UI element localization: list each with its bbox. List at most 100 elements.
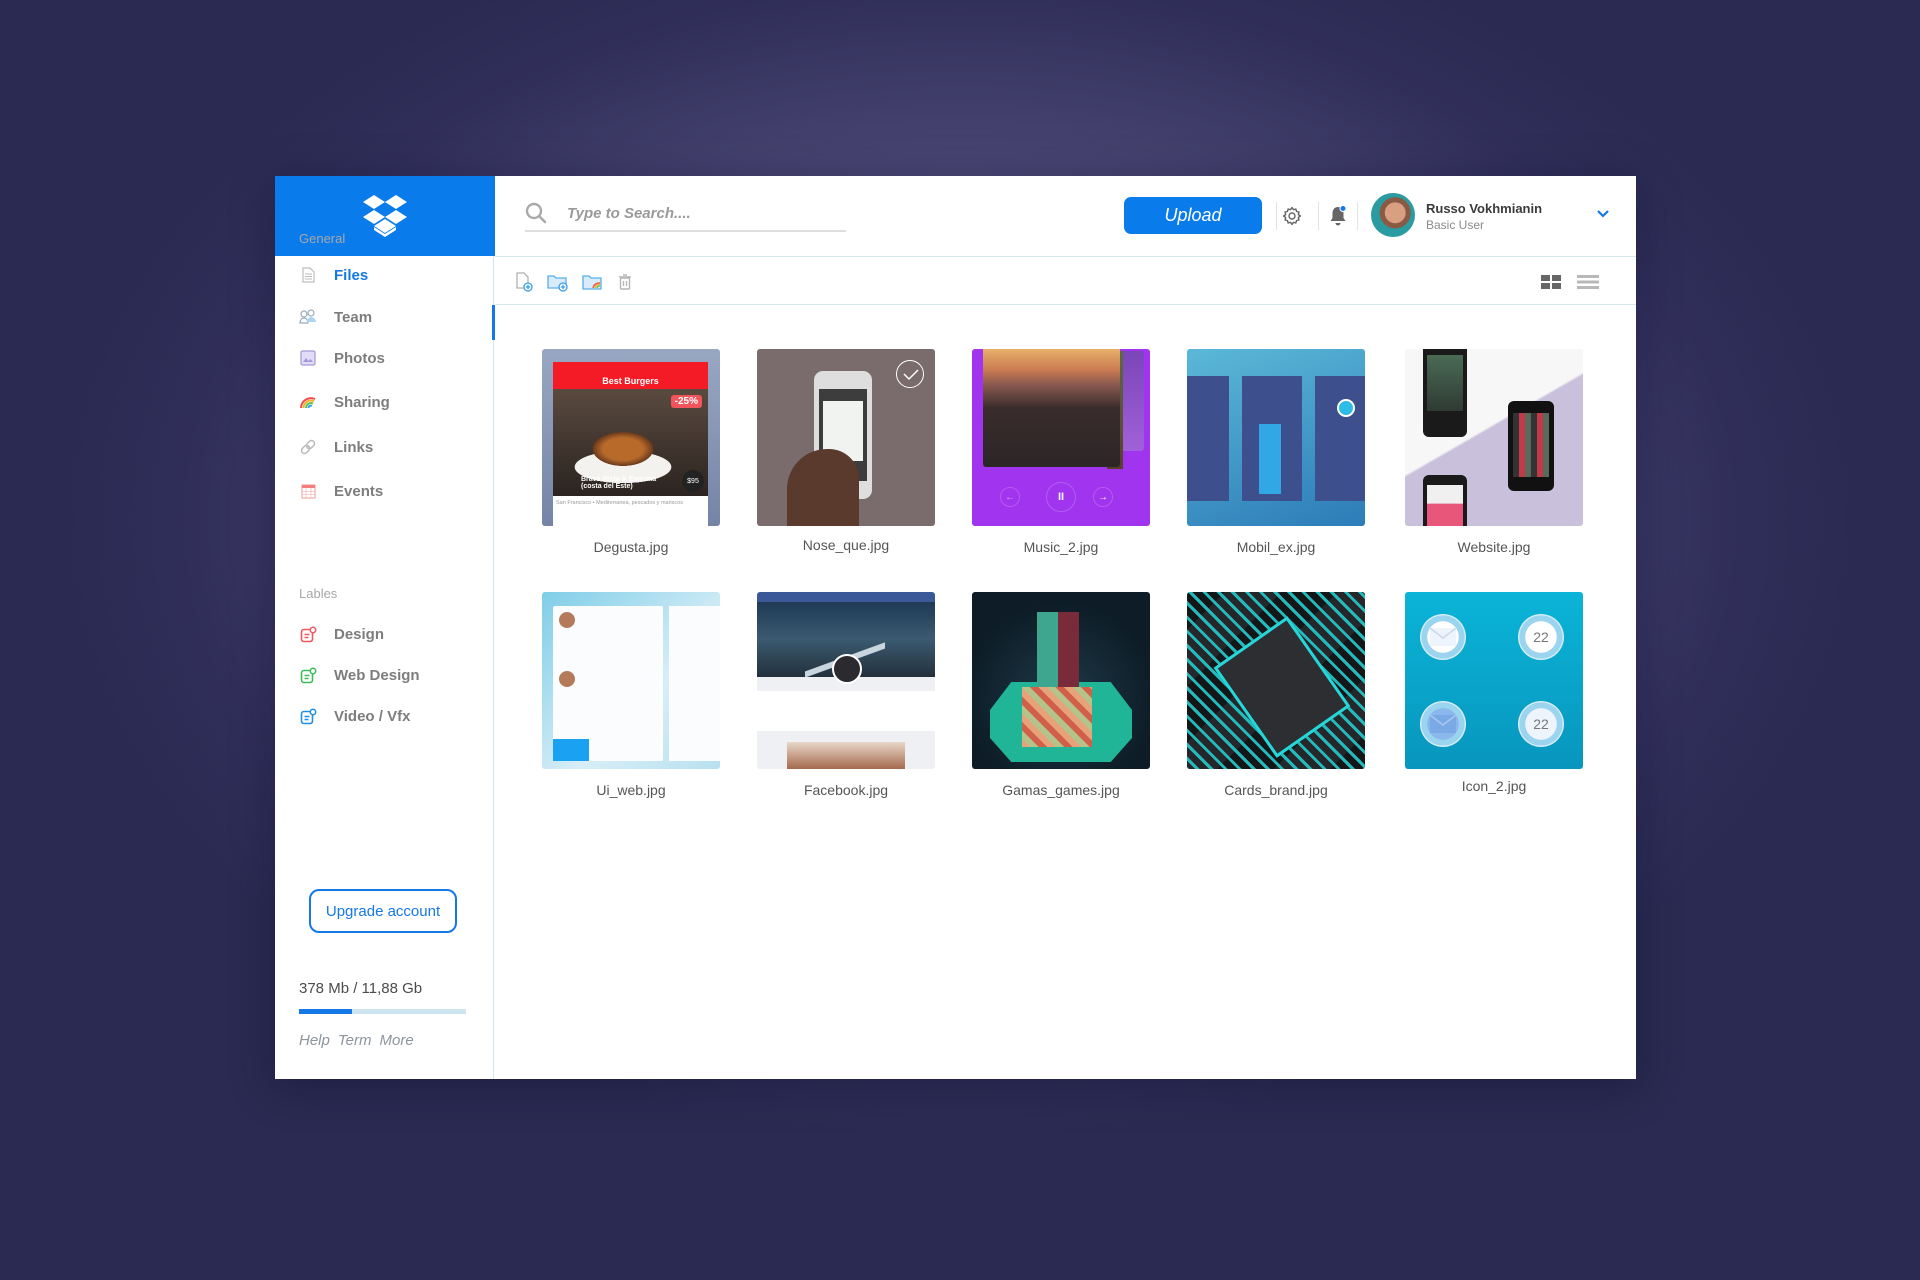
new-folder-button[interactable]	[547, 272, 569, 292]
thumb-subtitle: San Francisco • Mediterranea, pescados y…	[556, 500, 683, 506]
sidebar-item-label: Web Design	[334, 666, 420, 684]
delete-button[interactable]	[614, 272, 636, 292]
user-name[interactable]: Russo Vokhmianin	[1426, 201, 1542, 216]
search-input[interactable]	[567, 204, 827, 222]
file-name: Facebook.jpg	[803, 782, 889, 798]
user-role: Basic User	[1426, 218, 1485, 232]
thumbnail-mobil-ex	[1187, 349, 1365, 526]
sidebar-item-label: Files	[334, 266, 369, 284]
upload-button[interactable]: Upload	[1124, 197, 1262, 234]
file-icon	[299, 266, 317, 284]
file-tile[interactable]: Website.jpg	[1405, 349, 1583, 555]
file-tile[interactable]: Gamas_games.jpg	[972, 592, 1150, 798]
sidebar-item-label: Events	[334, 482, 384, 500]
new-file-icon	[516, 272, 533, 292]
search-bar	[525, 196, 846, 232]
file-tile[interactable]: Mobil_ex.jpg	[1187, 349, 1365, 555]
file-tile[interactable]: ← II → Music_2.jpg	[972, 349, 1150, 555]
sidebar-label-web-design[interactable]: Web Design	[299, 660, 420, 690]
thumbnail-cards-brand	[1187, 592, 1365, 769]
chevron-down-icon	[1597, 210, 1609, 218]
file-name: Ui_web.jpg	[596, 782, 666, 798]
shared-folder-icon	[582, 275, 602, 290]
thumbnail-music: ← II →	[972, 349, 1150, 526]
selected-check-icon[interactable]	[896, 360, 924, 388]
sidebar-item-links[interactable]: Links	[299, 432, 373, 462]
help-link[interactable]: Help	[299, 1032, 330, 1049]
sidebar-item-events[interactable]: Events	[299, 476, 383, 506]
sidebar-label-video-vfx[interactable]: Video / Vfx	[299, 701, 410, 731]
term-link[interactable]: Term	[338, 1032, 372, 1049]
file-name: Mobil_ex.jpg	[1236, 539, 1316, 555]
storage-progress-bar	[299, 1009, 466, 1014]
sidebar-item-label: Links	[334, 438, 374, 456]
divider	[1318, 202, 1319, 230]
file-name: Website.jpg	[1457, 539, 1531, 555]
dropbox-logo-icon[interactable]	[362, 195, 408, 237]
file-name: Nose_que.jpg	[802, 537, 890, 553]
notifications-button[interactable]	[1324, 202, 1352, 230]
user-menu-toggle[interactable]	[1596, 206, 1610, 224]
thumb-title: Best Burgers	[553, 362, 708, 389]
sidebar-item-photos[interactable]: Photos	[299, 343, 385, 373]
thumbnail-website	[1405, 349, 1583, 526]
section-label-general: General	[299, 231, 346, 246]
thumb-calendar-number: 22	[1518, 701, 1564, 747]
rainbow-icon	[299, 393, 317, 411]
more-link[interactable]: More	[379, 1032, 413, 1049]
shared-folder-button[interactable]	[582, 272, 604, 292]
thumbnail-gamas-games	[972, 592, 1150, 769]
thumb-price: $95	[682, 470, 704, 492]
sidebar-label-design[interactable]: Design	[299, 619, 384, 649]
tag-icon	[299, 625, 317, 643]
list-view-icon	[1577, 275, 1599, 289]
file-tile[interactable]: 22 22 Icon_2.jpg	[1405, 592, 1583, 794]
sidebar-item-label: Design	[334, 625, 385, 643]
sidebar: General Files Team Photos Sharing Links …	[275, 176, 495, 1079]
top-header: Upload Russo Vokhmianin Basic User	[495, 176, 1636, 257]
grid-view-button[interactable]	[1540, 272, 1562, 292]
search-icon[interactable]	[525, 202, 547, 224]
divider	[1357, 202, 1358, 230]
file-tile[interactable]: Facebook.jpg	[757, 592, 935, 798]
thumb-place: Brava Pizza & Espuma (costa del Este)	[581, 476, 657, 490]
new-file-button[interactable]	[513, 272, 535, 292]
bell-icon	[1330, 205, 1347, 226]
app-window: General Files Team Photos Sharing Links …	[275, 176, 1636, 1079]
sidebar-item-label: Team	[334, 308, 373, 326]
sidebar-item-files[interactable]: Files	[299, 260, 368, 290]
sidebar-item-label: Photos	[334, 349, 385, 367]
avatar[interactable]	[1371, 193, 1415, 237]
photo-icon	[299, 349, 317, 367]
team-icon	[299, 308, 317, 326]
new-folder-icon	[547, 275, 568, 292]
file-toolbar	[495, 257, 1636, 305]
upgrade-account-button[interactable]: Upgrade account	[309, 889, 457, 933]
file-name: Icon_2.jpg	[1461, 778, 1527, 794]
file-name: Music_2.jpg	[1023, 539, 1099, 555]
file-tile[interactable]: Ui_web.jpg	[542, 592, 720, 798]
thumbnail-icon-2: 22 22	[1405, 592, 1583, 769]
gear-icon	[1282, 206, 1302, 226]
file-tile[interactable]: Cards_brand.jpg	[1187, 592, 1365, 798]
sidebar-item-sharing[interactable]: Sharing	[299, 387, 390, 417]
sidebar-item-team[interactable]: Team	[299, 302, 372, 332]
active-indicator	[492, 305, 495, 340]
thumbnail-ui-web	[542, 592, 720, 769]
sidebar-item-label: Sharing	[334, 393, 390, 411]
thumb-calendar-number: 22	[1518, 614, 1564, 660]
storage-usage-text: 378 Mb / 11,88 Gb	[299, 980, 423, 997]
calendar-icon	[299, 482, 317, 500]
thumbnail-degusta: Best Burgers -25% Brava Pizza & Espuma (…	[542, 349, 720, 526]
tag-icon	[299, 707, 317, 725]
trash-icon	[619, 274, 631, 290]
section-label-labels: Lables	[299, 586, 338, 601]
thumbnail-nose-que	[757, 349, 935, 526]
grid-view-icon	[1541, 275, 1561, 289]
file-tile[interactable]: Best Burgers -25% Brava Pizza & Espuma (…	[542, 349, 720, 555]
sidebar-item-label: Video / Vfx	[334, 707, 411, 725]
list-view-button[interactable]	[1577, 272, 1599, 292]
file-name: Gamas_games.jpg	[1002, 782, 1120, 798]
file-tile[interactable]: Nose_que.jpg	[757, 349, 935, 553]
settings-button[interactable]	[1275, 202, 1303, 230]
